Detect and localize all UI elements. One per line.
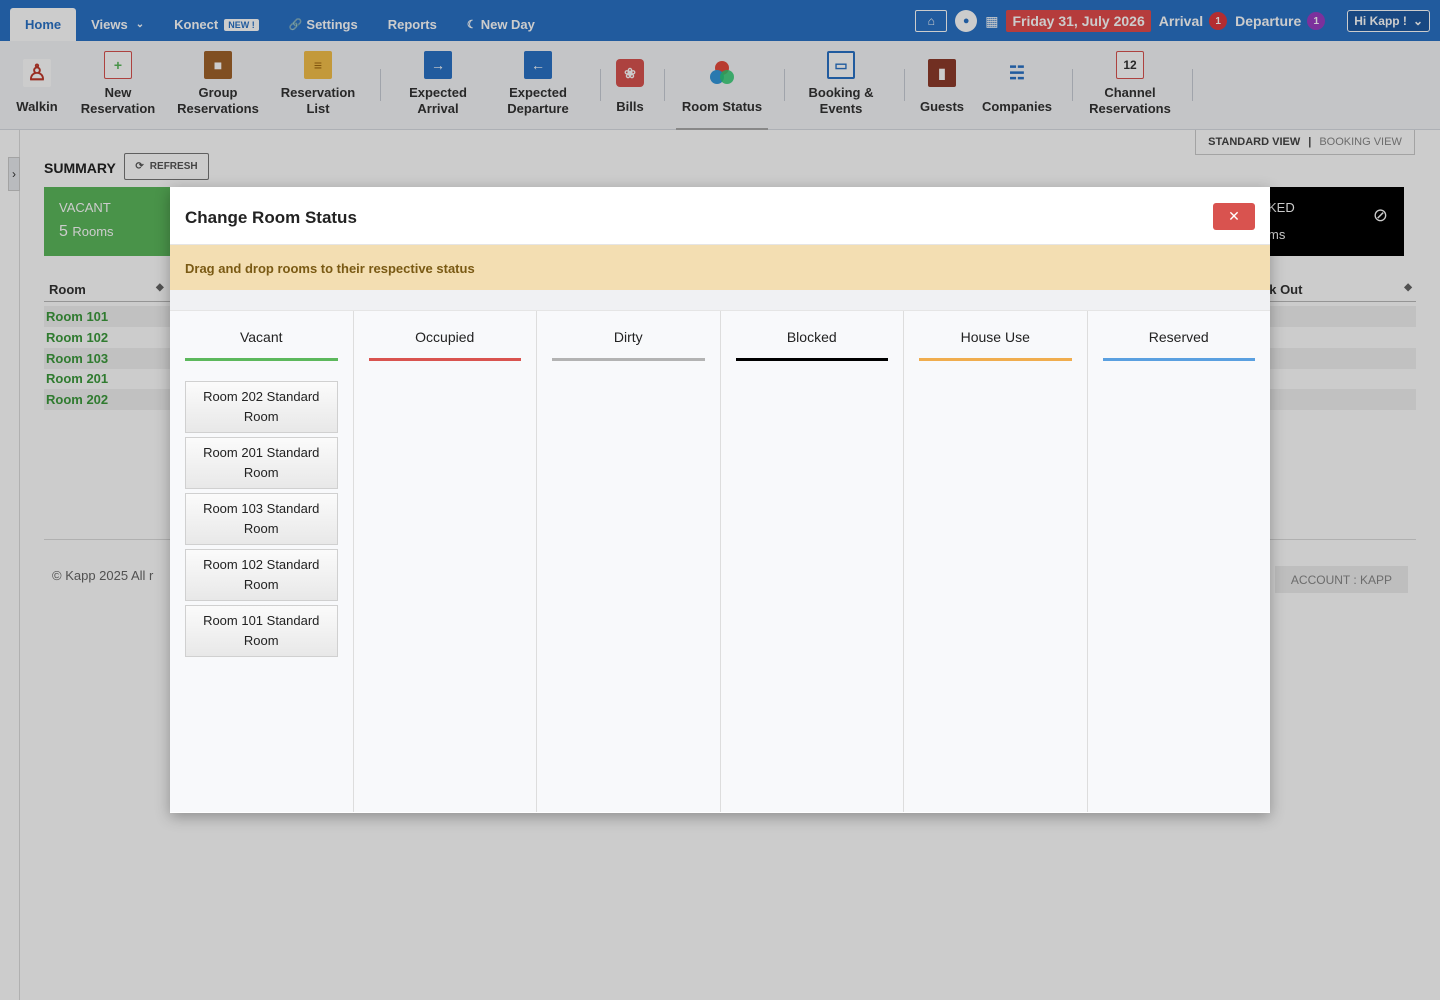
column-title: Reserved — [1148, 329, 1209, 345]
modal-title: Change Room Status — [185, 208, 357, 227]
room-card[interactable]: Room 101 Standard Room — [185, 605, 338, 657]
column-color-bar — [1102, 358, 1255, 361]
column-color-bar — [552, 358, 705, 361]
column-title: Vacant — [239, 329, 283, 345]
column-color-bar — [185, 358, 338, 361]
column-title: Blocked — [786, 329, 837, 345]
column-title: Occupied — [415, 329, 475, 345]
room-card[interactable]: Room 201 Standard Room — [185, 437, 338, 489]
status-columns: Vacant Room 202 Standard Room Room 201 S… — [170, 311, 1270, 812]
status-column-vacant[interactable]: Vacant Room 202 Standard Room Room 201 S… — [170, 311, 354, 812]
room-card[interactable]: Room 102 Standard Room — [185, 549, 338, 601]
column-color-bar — [368, 358, 521, 361]
drag-drop-notice: Drag and drop rooms to their respective … — [170, 245, 1270, 290]
column-title: House Use — [960, 329, 1030, 345]
room-card[interactable]: Room 103 Standard Room — [185, 493, 338, 545]
close-icon: ✕ — [1228, 208, 1240, 224]
status-column-house-use[interactable]: House Use — [904, 311, 1088, 812]
column-title: Dirty — [613, 329, 643, 345]
change-room-status-modal: Change Room Status ✕ Drag and drop rooms… — [170, 187, 1270, 813]
vacant-room-list: Room 202 Standard Room Room 201 Standard… — [185, 381, 338, 657]
column-color-bar — [919, 358, 1072, 361]
status-column-dirty[interactable]: Dirty — [537, 311, 721, 812]
close-button[interactable]: ✕ — [1213, 203, 1255, 230]
column-color-bar — [735, 358, 888, 361]
modal-spacer — [170, 290, 1270, 311]
status-column-blocked[interactable]: Blocked — [720, 311, 904, 812]
status-column-reserved[interactable]: Reserved — [1087, 311, 1270, 812]
status-column-occupied[interactable]: Occupied — [353, 311, 537, 812]
modal-header: Change Room Status ✕ — [170, 187, 1270, 245]
room-card[interactable]: Room 202 Standard Room — [185, 381, 338, 433]
